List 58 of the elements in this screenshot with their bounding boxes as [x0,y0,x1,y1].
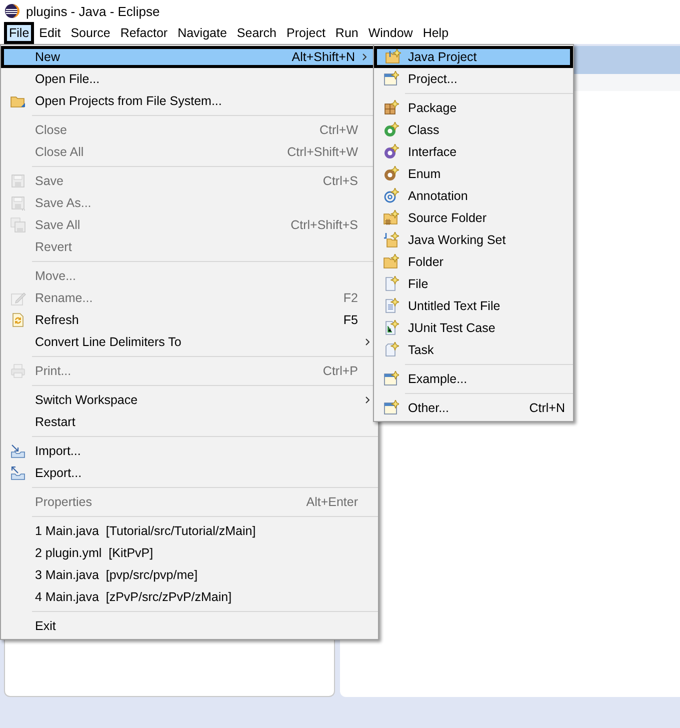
menu-bar-item[interactable]: Window [363,22,418,44]
example-icon [383,371,399,387]
menu-bar-item[interactable]: Search [232,22,282,44]
menu-item[interactable]: 3 Main.java [pvp/src/pvp/me] [1,564,378,586]
menu-bar-item[interactable]: Run [330,22,364,44]
menu-item[interactable]: Java Project [374,46,573,68]
project-folder-icon [384,49,400,65]
save-as-icon [10,195,26,211]
app-logo-icon [4,3,20,19]
menu-item[interactable]: JUnit Test Case [374,317,573,339]
project-icon [383,71,399,87]
menu-item[interactable]: Export... [1,462,378,484]
working-set-icon [383,232,399,248]
menu-item[interactable]: Project... [374,68,573,90]
menu-item[interactable]: Folder [374,251,573,273]
annotation-icon [383,188,399,204]
menu-item[interactable]: File [374,273,573,295]
menu-bar-item[interactable]: File [4,22,34,44]
refresh-icon [10,312,26,328]
menu-bar-item[interactable]: Navigate [172,22,232,44]
menu-item[interactable]: Exit [1,615,378,637]
package-icon [383,100,399,116]
menu-item[interactable]: Enum [374,163,573,185]
menu-bar-item[interactable]: Edit [34,22,66,44]
interface-icon [383,144,399,160]
menu-item[interactable]: Untitled Text File [374,295,573,317]
window-title: plugins - Java - Eclipse [26,4,160,18]
menu-bar-item[interactable]: Source [66,22,116,44]
menu-item[interactable]: 2 plugin.yml [KitPvP] [1,542,378,564]
text-file-icon [383,298,399,314]
pencil-icon [10,290,26,306]
menu-item[interactable]: Task [374,339,573,361]
export-icon [10,465,26,481]
test-case-icon [383,320,399,336]
file-icon [383,276,399,292]
menu-item[interactable]: Class [374,119,573,141]
menu-item[interactable]: Package [374,97,573,119]
task-icon [383,342,399,358]
folder-icon [383,254,399,270]
menu-item[interactable]: 4 Main.java [zPvP/src/zPvP/zMain] [1,586,378,608]
menu-item[interactable]: Other... Ctrl+N [374,397,573,419]
menu-bar-item[interactable]: Refactor [115,22,173,44]
menu-item[interactable]: Annotation [374,185,573,207]
printer-icon [10,363,26,379]
save-icon [10,173,26,189]
menu-bar-item[interactable]: Project [282,22,330,44]
save-all-icon [10,217,26,233]
menu-item[interactable]: Example... [374,368,573,390]
menu-item[interactable]: Import... [1,440,378,462]
menu-bar-item[interactable]: Help [418,22,454,44]
class-icon [383,122,399,138]
menu-item[interactable]: 1 Main.java [Tutorial/src/Tutorial/zMain] [1,520,378,542]
source-folder-icon [383,210,399,226]
menu-item[interactable]: Java Working Set [374,229,573,251]
menu-item[interactable]: Source Folder [374,207,573,229]
import-icon [10,443,26,459]
enum-icon [383,166,399,182]
menu-item[interactable]: Interface [374,141,573,163]
